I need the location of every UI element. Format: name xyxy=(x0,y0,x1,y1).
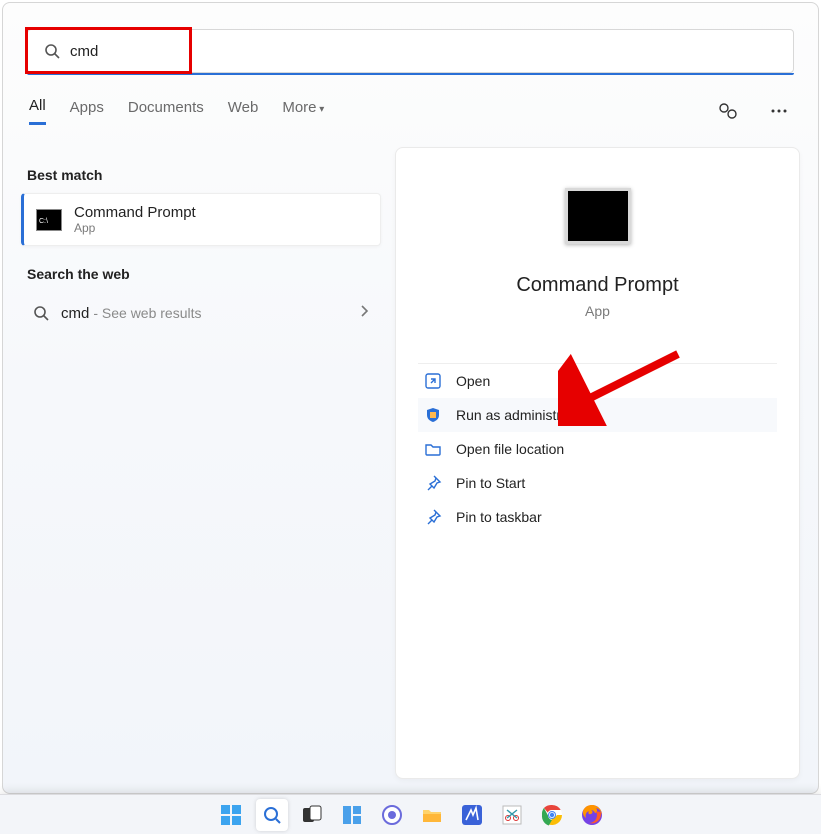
chevron-right-icon xyxy=(359,304,369,322)
action-pin-to-taskbar[interactable]: Pin to taskbar xyxy=(418,500,777,534)
taskbar-search[interactable] xyxy=(256,799,288,831)
result-subtitle: App xyxy=(74,221,196,235)
shield-icon xyxy=(424,406,442,424)
search-icon xyxy=(33,305,49,321)
folder-icon xyxy=(424,440,442,458)
action-open-file-location[interactable]: Open file location xyxy=(418,432,777,466)
quick-search-icon[interactable] xyxy=(714,98,742,124)
search-icon xyxy=(44,43,60,59)
filter-tabs: All Apps Documents Web More xyxy=(3,75,818,125)
taskbar-widgets[interactable] xyxy=(336,799,368,831)
tab-apps[interactable]: Apps xyxy=(70,99,104,124)
pin-icon xyxy=(424,474,442,492)
action-run-as-administrator[interactable]: Run as administrator xyxy=(418,398,777,432)
web-hint: - See web results xyxy=(93,305,201,321)
action-open[interactable]: Open xyxy=(418,364,777,398)
open-icon xyxy=(424,372,442,390)
actions-list: Open Run as administrator Open file loca… xyxy=(418,363,777,534)
action-pin-to-start[interactable]: Pin to Start xyxy=(418,466,777,500)
tab-all[interactable]: All xyxy=(29,97,46,125)
start-button[interactable] xyxy=(214,799,248,831)
taskbar-file-explorer[interactable] xyxy=(416,799,448,831)
command-prompt-icon xyxy=(565,188,631,244)
preview-subtitle: App xyxy=(585,303,610,319)
action-label: Pin to Start xyxy=(456,475,525,491)
action-label: Open xyxy=(456,373,490,389)
taskbar-snipping-tool[interactable] xyxy=(496,799,528,831)
taskbar-chat[interactable] xyxy=(376,799,408,831)
taskbar-app-blue[interactable] xyxy=(456,799,488,831)
taskbar-firefox[interactable] xyxy=(576,799,608,831)
tab-documents[interactable]: Documents xyxy=(128,99,204,124)
action-label: Open file location xyxy=(456,441,564,457)
taskbar-task-view[interactable] xyxy=(296,799,328,831)
results-column: Best match Command Prompt App Search the… xyxy=(21,147,381,779)
best-match-result[interactable]: Command Prompt App xyxy=(21,193,381,246)
search-web-heading: Search the web xyxy=(27,266,375,282)
search-box[interactable] xyxy=(27,29,794,73)
result-title: Command Prompt xyxy=(74,204,196,221)
tab-web[interactable]: Web xyxy=(228,99,259,124)
taskbar-chrome[interactable] xyxy=(536,799,568,831)
best-match-heading: Best match xyxy=(27,167,375,183)
preview-panel: Command Prompt App Open Run as administr… xyxy=(395,147,800,779)
action-label: Run as administrator xyxy=(456,407,585,423)
tab-more[interactable]: More xyxy=(282,99,324,124)
taskbar xyxy=(0,794,821,834)
search-input[interactable] xyxy=(70,43,777,60)
more-options-icon[interactable] xyxy=(766,98,792,124)
action-label: Pin to taskbar xyxy=(456,509,542,525)
command-prompt-icon xyxy=(36,209,62,231)
preview-title: Command Prompt xyxy=(516,274,678,297)
web-search-result[interactable]: cmd - See web results xyxy=(21,292,381,334)
pin-icon xyxy=(424,508,442,526)
web-query: cmd xyxy=(61,305,89,322)
search-window: All Apps Documents Web More Best match C… xyxy=(2,2,819,794)
